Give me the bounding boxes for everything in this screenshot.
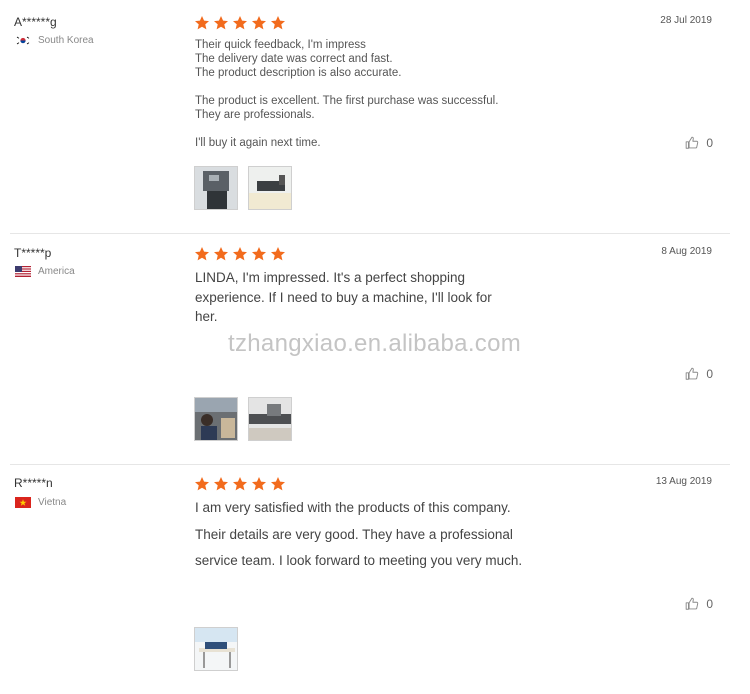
review-photo[interactable]	[248, 397, 292, 441]
reviewer-name: A******g	[14, 15, 57, 29]
review-line: Their details are very good. They have a…	[195, 526, 513, 542]
review-text: I am very satisfied with the products of…	[195, 495, 615, 575]
review-line: LINDA, I'm impressed. It's a perfect sho…	[195, 270, 466, 285]
star-icon	[233, 247, 247, 261]
review-date: 13 Aug 2019	[655, 476, 712, 487]
star-icon	[271, 16, 285, 30]
star-icon	[214, 477, 228, 491]
review-line: her.	[195, 309, 218, 324]
divider	[10, 233, 730, 234]
star-icon	[233, 477, 247, 491]
review-photo[interactable]	[194, 397, 238, 441]
star-icon	[252, 477, 266, 491]
reviewer-country: Vietna	[15, 497, 66, 508]
reviewer-name: T*****p	[14, 246, 52, 260]
reviewer-country: America	[15, 266, 75, 277]
thumbs-up-icon	[686, 136, 699, 149]
thumbs-up-icon	[686, 367, 699, 380]
divider	[10, 464, 730, 465]
review-date: 8 Aug 2019	[661, 246, 712, 257]
review-line: experience. If I need to buy a machine, …	[195, 289, 492, 305]
country-name: America	[38, 266, 75, 277]
star-rating	[194, 15, 286, 31]
review-line: The product description is also accurate…	[195, 67, 402, 79]
star-icon	[271, 477, 285, 491]
like-button[interactable]: 0	[685, 597, 713, 611]
watermark: tzhangxiao.en.alibaba.com	[228, 330, 522, 357]
star-icon	[214, 16, 228, 30]
review-line-blank	[195, 122, 615, 136]
thumbs-up-icon	[686, 597, 699, 610]
review-line: The product is excellent. The first purc…	[195, 95, 499, 107]
review-line: I'll buy it again next time.	[195, 137, 321, 149]
review-line: The delivery date was correct and fast.	[195, 53, 393, 65]
star-rating	[194, 246, 286, 262]
review-line: They are professionals.	[195, 109, 315, 121]
review-text: LINDA, I'm impressed. It's a perfect sho…	[195, 268, 615, 327]
like-count: 0	[706, 136, 713, 150]
review-line: Their quick feedback, I'm impress	[195, 39, 366, 51]
review-line: service team. I look forward to meeting …	[195, 553, 523, 568]
star-icon	[214, 247, 228, 261]
review-line: I am very satisfied with the products of…	[195, 500, 511, 515]
review-photo[interactable]	[248, 166, 292, 210]
star-icon	[252, 247, 266, 261]
star-rating	[194, 476, 286, 492]
review-text: Their quick feedback, I'm impress The de…	[195, 38, 615, 150]
star-icon	[271, 247, 285, 261]
like-count: 0	[706, 367, 713, 381]
like-button[interactable]: 0	[685, 136, 713, 150]
star-icon	[252, 16, 266, 30]
star-icon	[195, 477, 209, 491]
like-count: 0	[706, 597, 713, 611]
vietnam-flag-icon	[15, 497, 31, 508]
reviewer-name: R*****n	[14, 476, 53, 490]
review-line-blank	[195, 80, 615, 94]
review-photo[interactable]	[194, 166, 238, 210]
star-icon	[195, 16, 209, 30]
like-button[interactable]: 0	[685, 367, 713, 381]
review-date: 28 Jul 2019	[660, 15, 712, 26]
review-photo[interactable]	[194, 627, 238, 671]
country-name: Vietna	[38, 497, 67, 508]
usa-flag-icon	[15, 266, 31, 277]
star-icon	[195, 247, 209, 261]
star-icon	[233, 16, 247, 30]
south-korea-flag-icon	[15, 35, 31, 46]
reviewer-country: South Korea	[15, 35, 94, 46]
country-name: South Korea	[38, 35, 94, 46]
